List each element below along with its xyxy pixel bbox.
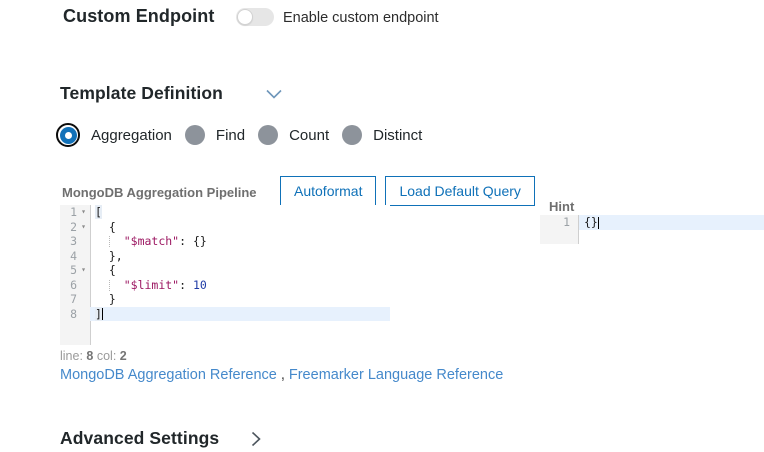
code-line[interactable] — [540, 230, 764, 245]
code-line[interactable]: 1{} — [540, 215, 764, 230]
fold-spacer — [77, 307, 90, 322]
text-cursor — [102, 308, 103, 320]
code-line[interactable]: 8] — [60, 307, 390, 322]
line-number: 7 — [60, 292, 77, 307]
code-text: } — [90, 292, 390, 307]
code-text: ] — [90, 307, 390, 322]
radio-unselected-icon[interactable] — [258, 125, 278, 145]
advanced-settings-title[interactable]: Advanced Settings — [60, 428, 219, 449]
code-text — [579, 230, 764, 245]
pipeline-code-editor[interactable]: 1▾[2▾ {3 "$match": {}4 },5▾ {6 "$limit":… — [60, 205, 390, 345]
editor-buttons: Autoformat Load Default Query — [280, 176, 535, 206]
line-number: 4 — [60, 249, 77, 264]
code-text: "$limit": 10 — [90, 278, 390, 293]
status-col-label: col: — [97, 349, 116, 363]
code-line[interactable]: 4 }, — [60, 249, 390, 264]
custom-endpoint-title: Custom Endpoint — [63, 6, 214, 27]
chevron-down-icon[interactable] — [266, 89, 282, 99]
radio-option-find[interactable]: Find — [185, 125, 245, 145]
freemarker-language-reference-link[interactable]: Freemarker Language Reference — [289, 367, 503, 383]
hint-label: Hint — [549, 199, 574, 214]
chevron-right-icon[interactable] — [251, 431, 261, 447]
radio-option-aggregation[interactable]: Aggregation — [56, 123, 172, 147]
fold-spacer — [77, 292, 90, 307]
code-text: }, — [90, 249, 390, 264]
radio-label: Aggregation — [91, 127, 172, 144]
radio-label: Distinct — [373, 127, 422, 144]
code-line[interactable]: 7 } — [60, 292, 390, 307]
code-text: {} — [579, 215, 764, 230]
fold-spacer — [77, 234, 90, 249]
hint-code-editor[interactable]: 1{} — [540, 215, 764, 244]
status-line-label: line: — [60, 349, 83, 363]
code-line[interactable]: 3 "$match": {} — [60, 234, 390, 249]
radio-selected-icon[interactable] — [56, 123, 80, 147]
line-number: 1 — [540, 215, 579, 230]
code-text: { — [90, 263, 390, 278]
fold-spacer — [77, 278, 90, 293]
radio-unselected-icon[interactable] — [342, 125, 362, 145]
line-number: 8 — [60, 307, 77, 322]
hint-code-lines: 1{} — [540, 215, 764, 244]
line-number: 2 — [60, 220, 77, 235]
pipeline-code-lines: 1▾[2▾ {3 "$match": {}4 },5▾ {6 "$limit":… — [60, 205, 390, 321]
code-text: [ — [90, 205, 390, 220]
radio-label: Count — [289, 127, 329, 144]
line-number — [540, 230, 579, 245]
code-line[interactable]: 2▾ { — [60, 220, 390, 235]
code-line[interactable]: 6 "$limit": 10 — [60, 278, 390, 293]
radio-group: Aggregation Find Count Distinct — [56, 123, 422, 147]
text-cursor — [598, 217, 599, 229]
toggle-knob-icon — [237, 9, 253, 25]
fold-arrow-icon[interactable]: ▾ — [77, 205, 90, 220]
status-line-value: 8 — [86, 349, 93, 363]
line-number: 3 — [60, 234, 77, 249]
template-definition-title[interactable]: Template Definition — [60, 83, 223, 104]
cursor-position-status: line: 8 col: 2 — [60, 349, 127, 363]
line-number: 1 — [60, 205, 77, 220]
code-text: { — [90, 220, 390, 235]
radio-label: Find — [216, 127, 245, 144]
radio-option-count[interactable]: Count — [258, 125, 329, 145]
line-number: 6 — [60, 278, 77, 293]
load-default-query-button[interactable]: Load Default Query — [385, 176, 534, 206]
radio-unselected-icon[interactable] — [185, 125, 205, 145]
autoformat-button[interactable]: Autoformat — [280, 176, 376, 206]
line-number: 5 — [60, 263, 77, 278]
fold-arrow-icon[interactable]: ▾ — [77, 220, 90, 235]
custom-endpoint-toggle-caption: Enable custom endpoint — [283, 10, 439, 26]
radio-option-distinct[interactable]: Distinct — [342, 125, 422, 145]
code-text: "$match": {} — [90, 234, 390, 249]
custom-endpoint-toggle[interactable] — [236, 8, 274, 26]
mongodb-aggregation-reference-link[interactable]: MongoDB Aggregation Reference — [60, 367, 277, 383]
code-line[interactable]: 1▾[ — [60, 205, 390, 220]
fold-arrow-icon[interactable]: ▾ — [77, 263, 90, 278]
pipeline-editor-label: MongoDB Aggregation Pipeline — [62, 185, 257, 200]
status-col-value: 2 — [120, 349, 127, 363]
fold-spacer — [77, 249, 90, 264]
code-line[interactable]: 5▾ { — [60, 263, 390, 278]
link-separator: , — [281, 367, 285, 383]
reference-links: MongoDB Aggregation Reference,Freemarker… — [60, 367, 503, 383]
